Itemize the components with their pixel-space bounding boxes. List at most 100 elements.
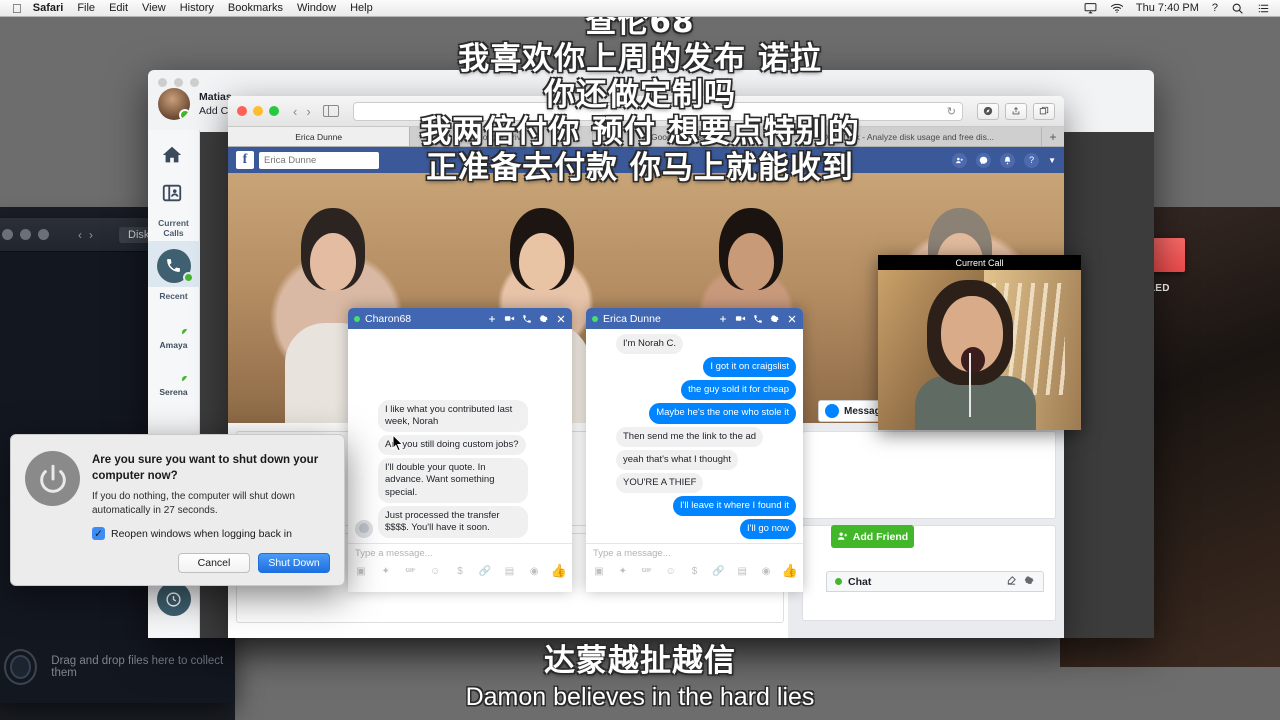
sidebar-icon[interactable] bbox=[323, 105, 339, 117]
games-icon[interactable]: ▤ bbox=[502, 563, 518, 579]
tab-google-translate[interactable]: Google Translate bbox=[593, 127, 775, 146]
shut-down-button[interactable]: Shut Down bbox=[258, 553, 330, 573]
tab-daisydisk[interactable]: DaisyDisk - Analyze disk usage and free … bbox=[775, 127, 1042, 146]
safari-window-controls[interactable] bbox=[237, 106, 279, 116]
reload-icon[interactable]: ↻ bbox=[947, 105, 956, 118]
search-icon[interactable] bbox=[1231, 2, 1244, 14]
help-icon[interactable]: ? bbox=[1024, 153, 1039, 168]
plus-icon[interactable] bbox=[487, 314, 497, 324]
gif-icon[interactable]: GIF bbox=[403, 563, 419, 579]
games-icon[interactable]: ▤ bbox=[734, 563, 750, 579]
close-button[interactable] bbox=[237, 106, 247, 116]
chat-window-charon68[interactable]: Charon68 I like what you contributed las… bbox=[348, 308, 572, 592]
facebook-navbar[interactable]: f Erica Dunne ? ▼ bbox=[228, 147, 1064, 173]
tab-erica-dunne[interactable]: Erica Dunne bbox=[228, 127, 410, 146]
minimize-button[interactable] bbox=[20, 229, 31, 240]
menu-item-help[interactable]: Help bbox=[350, 2, 373, 14]
airplay-icon[interactable] bbox=[1084, 2, 1097, 14]
chat-toolbar[interactable]: ▣ ✦ GIF ☺ $ 🔗 ▤ ◉ 👍 bbox=[586, 561, 803, 583]
close-button[interactable] bbox=[158, 78, 167, 87]
menu-item-file[interactable]: File bbox=[77, 2, 95, 14]
gear-icon[interactable] bbox=[539, 314, 549, 324]
money-icon[interactable]: $ bbox=[687, 563, 703, 579]
sidebar-item-serena[interactable] bbox=[159, 354, 189, 384]
thumbs-up-icon[interactable]: 👍 bbox=[551, 563, 567, 579]
menu-bar-clock[interactable]: Thu 7:40 PM bbox=[1136, 2, 1199, 14]
home-icon[interactable] bbox=[161, 144, 187, 170]
camera-icon[interactable]: ◉ bbox=[526, 563, 542, 579]
emoji-icon[interactable]: ☺ bbox=[663, 563, 679, 579]
attachment-icon[interactable]: 🔗 bbox=[710, 563, 726, 579]
add-friend-button[interactable]: Add Friend bbox=[831, 525, 914, 548]
maximize-button[interactable] bbox=[269, 106, 279, 116]
daisydisk-nav-arrows[interactable]: ‹› bbox=[78, 228, 100, 242]
wifi-icon[interactable] bbox=[1110, 2, 1123, 14]
list-icon[interactable] bbox=[1257, 2, 1270, 14]
chat-input-charon68[interactable]: Type a message... bbox=[348, 543, 572, 561]
daisydisk-collector[interactable]: Drag and drop files here to collect them bbox=[0, 649, 235, 685]
chat-toolbar[interactable]: ▣ ✦ GIF ☺ $ 🔗 ▤ ◉ 👍 bbox=[348, 561, 572, 583]
facebook-search-input[interactable]: Erica Dunne bbox=[259, 152, 379, 169]
safari-tab-bar[interactable]: Erica Dunne Google Drive Google Translat… bbox=[228, 127, 1064, 147]
facebook-chat-bar[interactable]: Chat bbox=[826, 571, 1044, 592]
close-button[interactable] bbox=[2, 229, 13, 240]
friend-requests-icon[interactable] bbox=[952, 153, 967, 168]
minimize-button[interactable] bbox=[253, 106, 263, 116]
safari-toolbar[interactable]: ‹ › ↻ bbox=[228, 96, 1064, 127]
maximize-button[interactable] bbox=[38, 229, 49, 240]
photo-icon[interactable]: ▣ bbox=[591, 563, 607, 579]
sticker-icon[interactable]: ✦ bbox=[615, 563, 631, 579]
gif-icon[interactable]: GIF bbox=[639, 563, 655, 579]
menu-item-view[interactable]: View bbox=[142, 2, 166, 14]
money-icon[interactable]: $ bbox=[452, 563, 468, 579]
phone-icon[interactable] bbox=[522, 314, 532, 324]
safari-icon[interactable] bbox=[977, 103, 999, 120]
address-bar[interactable]: ↻ bbox=[353, 102, 963, 121]
clock-icon[interactable] bbox=[157, 582, 191, 616]
chat-input-erica-dunne[interactable]: Type a message... bbox=[586, 543, 803, 561]
messages-icon[interactable] bbox=[976, 153, 991, 168]
desktop-file-icon[interactable] bbox=[1149, 238, 1185, 272]
compose-icon[interactable] bbox=[1006, 575, 1017, 589]
new-tab-button[interactable]: + bbox=[1042, 127, 1064, 146]
phone-icon[interactable] bbox=[753, 314, 763, 324]
facebook-logo-icon[interactable]: f bbox=[236, 151, 254, 169]
share-icon[interactable] bbox=[1005, 103, 1027, 120]
menu-item-window[interactable]: Window bbox=[297, 2, 336, 14]
reopen-windows-checkbox[interactable]: ✓ Reopen windows when logging back in bbox=[92, 527, 330, 540]
video-icon[interactable] bbox=[504, 313, 515, 324]
emoji-icon[interactable]: ☺ bbox=[427, 563, 443, 579]
plus-icon[interactable] bbox=[718, 314, 728, 324]
chat-window-header[interactable]: Charon68 bbox=[348, 308, 572, 329]
menu-item-edit[interactable]: Edit bbox=[109, 2, 128, 14]
maximize-button[interactable] bbox=[190, 78, 199, 87]
chat-window-header[interactable]: Erica Dunne bbox=[586, 308, 803, 329]
tabs-icon[interactable] bbox=[1033, 103, 1055, 120]
notifications-icon[interactable] bbox=[1000, 153, 1015, 168]
thumbs-up-icon[interactable]: 👍 bbox=[782, 563, 798, 579]
menu-item-bookmarks[interactable]: Bookmarks bbox=[228, 2, 283, 14]
cancel-button[interactable]: Cancel bbox=[178, 553, 250, 573]
menu-item-safari[interactable]: Safari bbox=[33, 2, 64, 14]
forward-button[interactable]: › bbox=[306, 104, 310, 119]
mac-menu-bar[interactable]:  Safari File Edit View History Bookmark… bbox=[0, 0, 1280, 17]
current-user-row[interactable]: Matias Add Cr bbox=[158, 88, 232, 120]
sidebar-item-person-3[interactable] bbox=[159, 401, 189, 431]
help-icon[interactable]: ? bbox=[1212, 2, 1218, 14]
close-icon[interactable] bbox=[556, 314, 566, 324]
contacts-window-controls[interactable] bbox=[158, 76, 199, 87]
back-button[interactable]: ‹ bbox=[293, 104, 297, 119]
tab-google-drive[interactable]: Google Drive bbox=[410, 127, 592, 146]
attachment-icon[interactable]: 🔗 bbox=[477, 563, 493, 579]
chevron-down-icon[interactable]: ▼ bbox=[1048, 156, 1056, 165]
chat-window-erica-dunne[interactable]: Erica Dunne I'm Norah C. I got it on cra… bbox=[586, 308, 803, 592]
sidebar-item-amaya[interactable] bbox=[159, 307, 189, 337]
minimize-button[interactable] bbox=[174, 78, 183, 87]
contact-card-icon[interactable] bbox=[161, 182, 187, 208]
photo-icon[interactable]: ▣ bbox=[353, 563, 369, 579]
close-icon[interactable] bbox=[787, 314, 797, 324]
menu-item-history[interactable]: History bbox=[180, 2, 214, 14]
video-icon[interactable] bbox=[735, 313, 746, 324]
shutdown-dialog[interactable]: Are you sure you want to shut down your … bbox=[10, 434, 345, 586]
apple-icon[interactable]:  bbox=[12, 2, 22, 15]
